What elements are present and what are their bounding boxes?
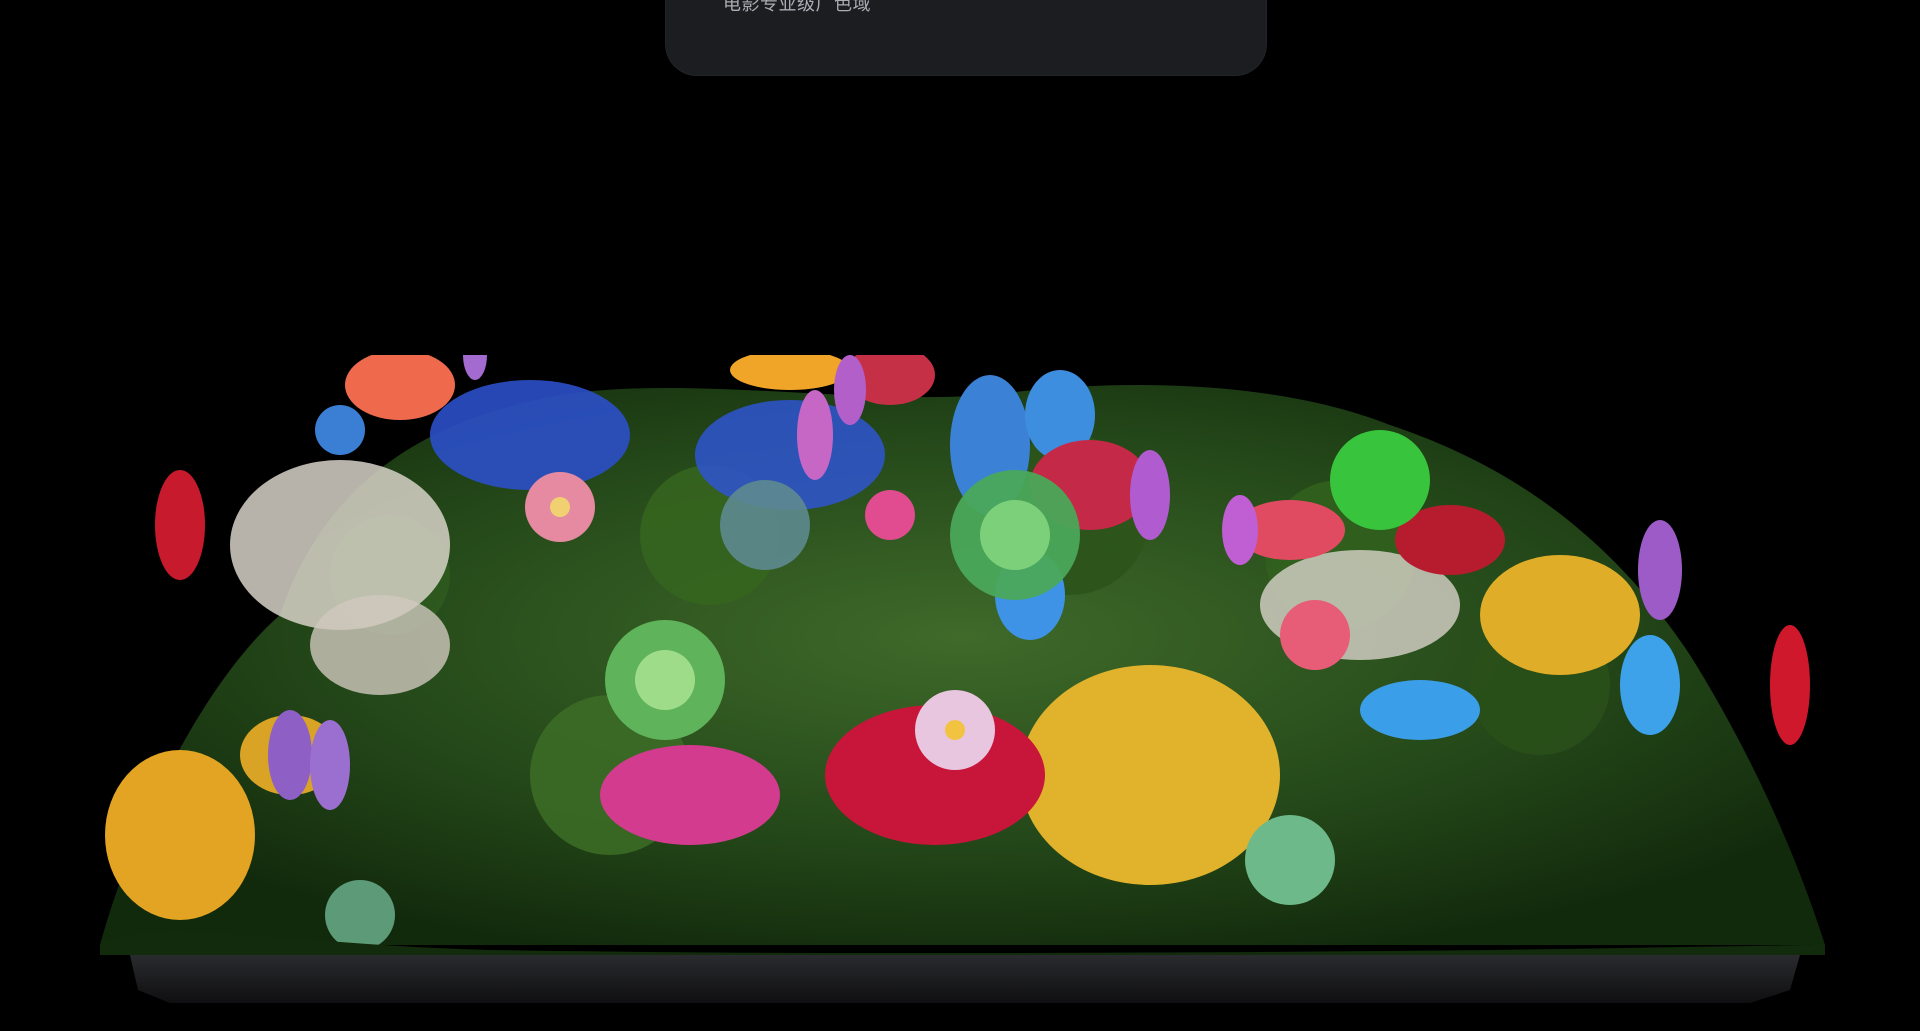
caption-text: 电影专业级广色域 [723, 0, 871, 15]
flower-garden-display-illustration [90, 355, 1835, 1005]
product-hero-stage: 电影专业级广色域 [0, 0, 1920, 1031]
caption-card: 电影专业级广色域 [665, 0, 1267, 76]
display-base-plate [130, 955, 1800, 1003]
garden-svg [100, 355, 1825, 1003]
